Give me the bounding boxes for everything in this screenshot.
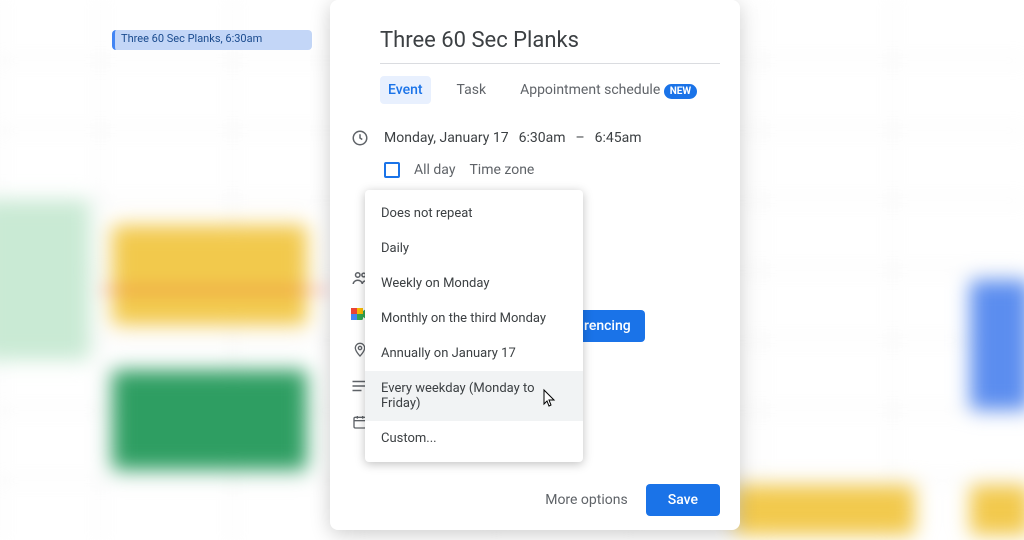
title-divider bbox=[380, 63, 720, 64]
time-zone-link[interactable]: Time zone bbox=[469, 162, 534, 178]
end-time[interactable]: 6:45am bbox=[595, 130, 642, 146]
tab-event[interactable]: Event bbox=[380, 76, 431, 104]
event-type-tabs: Event Task Appointment schedule NEW bbox=[350, 76, 720, 104]
event-title[interactable]: Three 60 Sec Planks bbox=[350, 28, 720, 53]
recurrence-option-does-not-repeat[interactable]: Does not repeat bbox=[365, 196, 583, 231]
recurrence-option-annually[interactable]: Annually on January 17 bbox=[365, 336, 583, 371]
time-dash: – bbox=[575, 130, 584, 146]
date-time-row: Monday, January 17 6:30am – 6:45am bbox=[350, 126, 720, 150]
event-chip[interactable]: Three 60 Sec Planks, 6:30am bbox=[112, 30, 312, 50]
all-day-label: All day bbox=[414, 162, 455, 178]
save-button[interactable]: Save bbox=[646, 484, 720, 516]
tab-appointment[interactable]: Appointment schedule NEW bbox=[512, 76, 705, 104]
new-badge: NEW bbox=[664, 84, 697, 99]
tab-task[interactable]: Task bbox=[449, 76, 495, 104]
event-date[interactable]: Monday, January 17 bbox=[384, 130, 509, 146]
clock-icon bbox=[350, 129, 370, 147]
all-day-checkbox[interactable] bbox=[384, 162, 400, 178]
all-day-row: All day Time zone bbox=[350, 162, 720, 178]
recurrence-dropdown: Does not repeat Daily Weekly on Monday M… bbox=[365, 190, 583, 462]
more-options-button[interactable]: More options bbox=[545, 492, 628, 508]
mouse-cursor-icon bbox=[540, 388, 556, 408]
recurrence-option-weekly[interactable]: Weekly on Monday bbox=[365, 266, 583, 301]
tab-appointment-label: Appointment schedule bbox=[520, 82, 660, 98]
start-time[interactable]: 6:30am bbox=[519, 130, 566, 146]
recurrence-option-monthly[interactable]: Monthly on the third Monday bbox=[365, 301, 583, 336]
recurrence-option-custom[interactable]: Custom... bbox=[365, 421, 583, 456]
recurrence-option-daily[interactable]: Daily bbox=[365, 231, 583, 266]
modal-footer: More options Save bbox=[350, 484, 720, 516]
